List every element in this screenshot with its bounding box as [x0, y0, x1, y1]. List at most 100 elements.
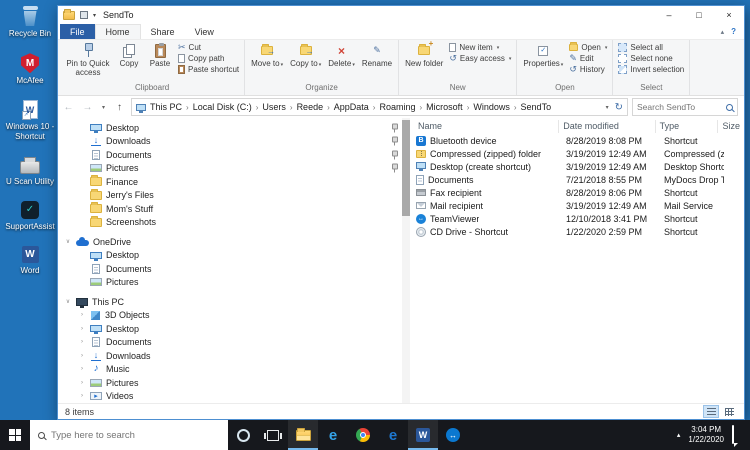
breadcrumb-segment[interactable]: Local Disk (C:): [193, 102, 252, 112]
nav-item-pc-desktop[interactable]: › Desktop: [58, 322, 410, 336]
nav-item-downloads[interactable]: Downloads: [58, 135, 410, 149]
column-header-size[interactable]: Size: [718, 120, 744, 133]
open-button[interactable]: Open ▾: [569, 43, 607, 52]
tab-home[interactable]: Home: [95, 24, 141, 39]
column-header-type[interactable]: Type: [656, 120, 719, 133]
file-explorer-button[interactable]: [288, 420, 318, 450]
nav-item-screenshots[interactable]: Screenshots: [58, 216, 410, 230]
history-button[interactable]: ↺ History: [569, 65, 607, 74]
taskbar-search[interactable]: [30, 420, 228, 450]
expand-chevron-icon[interactable]: ∨: [64, 238, 72, 245]
column-header-name[interactable]: Name: [412, 120, 559, 133]
invert-selection-button[interactable]: Invert selection: [618, 65, 684, 74]
search-input[interactable]: [637, 102, 723, 112]
forward-button[interactable]: →: [80, 102, 95, 113]
refresh-icon[interactable]: ↻: [615, 102, 623, 113]
nav-item-3d-objects[interactable]: › 3D Objects: [58, 309, 410, 323]
start-button[interactable]: [0, 420, 30, 450]
desktop-icon-mcafee[interactable]: McAfee: [4, 53, 56, 85]
breadcrumb-segment[interactable]: Windows: [473, 102, 510, 112]
file-row[interactable]: Mail recipient 3/19/2019 12:49 AM Mail S…: [412, 199, 744, 212]
breadcrumb-segment[interactable]: Roaming: [379, 102, 415, 112]
large-icons-view-button[interactable]: [721, 405, 737, 418]
desktop-icon-uscan-utility[interactable]: U Scan Utility: [4, 156, 56, 186]
file-row[interactable]: CD Drive - Shortcut 1/22/2020 2:59 PM Sh…: [412, 225, 744, 238]
nav-item-onedrive[interactable]: ∨ OneDrive: [58, 235, 410, 249]
address-dropdown-icon[interactable]: ▾: [606, 104, 609, 111]
desktop-icon-recycle-bin[interactable]: Recycle Bin: [4, 6, 56, 38]
cut-button[interactable]: ✂ Cut: [178, 43, 239, 52]
nav-item-pictures[interactable]: Pictures: [58, 162, 410, 176]
collapsed-chevron-icon[interactable]: ›: [78, 353, 86, 359]
move-to-button[interactable]: Move to▾: [248, 40, 286, 83]
easy-access-button[interactable]: ↺ Easy access ▾: [449, 54, 511, 63]
file-row[interactable]: Compressed (zipped) folder 3/19/2019 12:…: [412, 147, 744, 160]
pin-to-quick-access-button[interactable]: Pin to Quick access: [63, 40, 113, 83]
tab-file[interactable]: File: [60, 24, 95, 39]
qat-customize-caret-icon[interactable]: ▾: [93, 12, 96, 19]
copy-button[interactable]: Copy: [114, 40, 144, 83]
taskbar-clock[interactable]: 3:04 PM 1/22/2020: [688, 425, 724, 446]
nav-scrollbar-thumb[interactable]: [402, 120, 410, 216]
chrome-button[interactable]: [348, 420, 378, 450]
up-button[interactable]: ↑: [112, 102, 127, 113]
collapsed-chevron-icon[interactable]: ›: [78, 393, 86, 399]
nav-item-jerrys-files[interactable]: Jerry's Files: [58, 189, 410, 203]
breadcrumb-segment[interactable]: AppData: [334, 102, 369, 112]
breadcrumb-segment[interactable]: SendTo: [521, 102, 552, 112]
desktop-icon-word[interactable]: Word: [4, 246, 56, 275]
select-none-button[interactable]: Select none: [618, 54, 684, 63]
nav-item-finance[interactable]: Finance: [58, 175, 410, 189]
collapsed-chevron-icon[interactable]: ›: [78, 339, 86, 345]
edit-button[interactable]: ✎ Edit: [569, 54, 607, 63]
breadcrumb-segment[interactable]: This PC: [150, 102, 182, 112]
desktop-icon-windows10-shortcut[interactable]: Windows 10 - Shortcut: [4, 100, 56, 140]
properties-button[interactable]: Properties▾: [520, 40, 566, 83]
internet-explorer-button[interactable]: e: [378, 420, 408, 450]
collapsed-chevron-icon[interactable]: ›: [78, 312, 86, 318]
copy-path-button[interactable]: Copy path: [178, 54, 239, 63]
edge-button[interactable]: e: [318, 420, 348, 450]
nav-scrollbar[interactable]: [402, 118, 410, 403]
nav-item-onedrive-pictures[interactable]: Pictures: [58, 276, 410, 290]
help-icon[interactable]: ?: [731, 27, 736, 36]
word-button[interactable]: [408, 420, 438, 450]
new-folder-button[interactable]: New folder: [402, 40, 446, 83]
collapsed-chevron-icon[interactable]: ›: [78, 326, 86, 332]
task-view-button[interactable]: [258, 420, 288, 450]
breadcrumb-segment[interactable]: Microsoft: [426, 102, 463, 112]
copy-to-button[interactable]: Copy to▾: [287, 40, 324, 83]
new-item-button[interactable]: New item ▾: [449, 43, 511, 52]
file-row[interactable]: Desktop (create shortcut) 3/19/2019 12:4…: [412, 160, 744, 173]
nav-item-desktop[interactable]: Desktop: [58, 121, 410, 135]
details-view-button[interactable]: [703, 405, 719, 418]
nav-item-pc-pictures[interactable]: › Pictures: [58, 376, 410, 390]
nav-item-pc-downloads[interactable]: › Downloads: [58, 349, 410, 363]
nav-item-moms-stuff[interactable]: Mom's Stuff: [58, 202, 410, 216]
nav-item-this-pc[interactable]: ∨ This PC: [58, 295, 410, 309]
paste-shortcut-button[interactable]: Paste shortcut: [178, 65, 239, 74]
paste-button[interactable]: Paste: [145, 40, 175, 83]
teamviewer-button[interactable]: [438, 420, 468, 450]
nav-item-music[interactable]: › Music: [58, 363, 410, 377]
file-row[interactable]: TeamViewer 12/10/2018 3:41 PM Shortcut: [412, 212, 744, 225]
collapse-ribbon-icon[interactable]: ▴: [721, 28, 725, 36]
rename-button[interactable]: ✎ Rename: [359, 40, 395, 83]
address-bar[interactable]: This PC › Local Disk (C:) › Users › Reed…: [131, 98, 628, 116]
tab-share[interactable]: Share: [141, 24, 185, 39]
tab-view[interactable]: View: [185, 24, 224, 39]
nav-item-documents[interactable]: Documents: [58, 148, 410, 162]
action-center-button[interactable]: [732, 426, 734, 444]
delete-button[interactable]: × Delete▾: [325, 40, 358, 83]
back-button[interactable]: ←: [61, 102, 76, 113]
select-all-button[interactable]: Select all: [618, 43, 684, 52]
search-box[interactable]: [632, 98, 738, 116]
breadcrumb-segment[interactable]: Reede: [297, 102, 324, 112]
minimize-button[interactable]: –: [654, 6, 684, 24]
quick-access-toolbar-icon[interactable]: [80, 11, 88, 19]
close-button[interactable]: ×: [714, 6, 744, 24]
file-row[interactable]: Fax recipient 8/28/2019 8:06 PM Shortcut: [412, 186, 744, 199]
file-row[interactable]: Bluetooth device 8/28/2019 8:08 PM Short…: [412, 134, 744, 147]
file-row[interactable]: Documents 7/21/2018 8:55 PM MyDocs Drop …: [412, 173, 744, 186]
maximize-button[interactable]: □: [684, 6, 714, 24]
